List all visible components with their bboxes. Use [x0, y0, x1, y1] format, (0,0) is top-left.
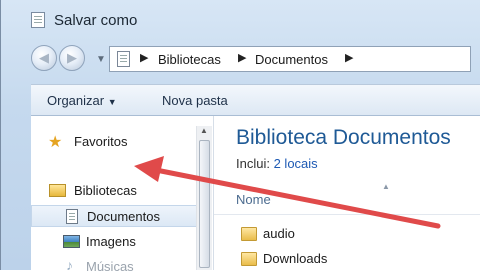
title-bar: Salvar como [1, 0, 480, 38]
address-bar[interactable]: ▶ Bibliotecas ▶ Documentos ▶ [109, 46, 471, 72]
sidebar-item-label: Músicas [86, 259, 134, 274]
sidebar-item-libraries[interactable]: Bibliotecas [31, 180, 201, 202]
library-title: Biblioteca Documentos [236, 126, 451, 149]
pictures-icon [63, 235, 80, 248]
document-icon [66, 209, 78, 224]
back-arrow-icon: ◀ [39, 50, 49, 65]
includes-label: Inclui: [236, 156, 270, 171]
sidebar-item-label: Documentos [87, 209, 160, 224]
forward-arrow-icon: ▶ [67, 50, 77, 65]
sidebar-item-documentos[interactable]: Documentos [31, 205, 201, 227]
window-frame: Salvar como ◀ ▶ ▼ ▶ Bibliotecas ▶ Docume… [0, 0, 480, 274]
library-icon [49, 184, 66, 197]
column-divider [214, 214, 480, 215]
breadcrumb-chevron-icon[interactable]: ▶ [345, 51, 353, 64]
recent-pages-dropdown-icon[interactable]: ▼ [96, 54, 106, 65]
window-document-icon [31, 12, 45, 28]
sidebar-item-favorites[interactable]: ★ Favoritos [31, 131, 201, 153]
list-item[interactable]: audio [236, 224, 466, 246]
sidebar-item-label: Bibliotecas [74, 183, 137, 198]
breadcrumb-chevron-icon[interactable]: ▶ [238, 51, 246, 64]
library-includes: Inclui: 2 locais [236, 156, 318, 171]
window-title: Salvar como [54, 12, 138, 29]
sidebar-item-label: Favoritos [74, 134, 128, 149]
address-row: ◀ ▶ ▼ ▶ Bibliotecas ▶ Documentos ▶ [1, 40, 480, 80]
navigation-scrollbar[interactable]: ▲ [196, 126, 212, 270]
file-name: audio [263, 226, 295, 241]
organize-button[interactable]: Organizar ▼ [47, 93, 117, 108]
music-icon: ♪ [66, 257, 73, 273]
includes-locations-link[interactable]: 2 locais [274, 156, 318, 171]
star-icon: ★ [48, 134, 63, 151]
sort-indicator-icon: ▲ [382, 182, 390, 191]
file-name: Downloads [263, 251, 328, 266]
forward-button[interactable]: ▶ [59, 45, 85, 71]
scrollbar-thumb[interactable] [199, 140, 210, 268]
organize-label: Organizar [47, 93, 105, 108]
back-button[interactable]: ◀ [31, 45, 57, 71]
sidebar-item-label: Imagens [86, 234, 136, 249]
sidebar-item-musicas[interactable]: ♪ Músicas [31, 256, 201, 278]
list-item[interactable]: Downloads [236, 249, 466, 271]
organize-dropdown-icon: ▼ [107, 97, 117, 107]
navigation-pane: ★ Favoritos Bibliotecas Documentos Image… [31, 116, 214, 274]
breadcrumb-documentos[interactable]: Documentos [255, 52, 328, 67]
column-header-name[interactable]: Nome [236, 192, 271, 207]
address-document-icon [117, 51, 130, 67]
breadcrumb-chevron-icon[interactable]: ▶ [140, 51, 148, 64]
scroll-up-icon[interactable]: ▲ [200, 126, 208, 135]
command-toolbar: Organizar ▼ Nova pasta [31, 84, 480, 116]
folder-icon [241, 252, 257, 266]
new-folder-button[interactable]: Nova pasta [162, 93, 228, 108]
sidebar-item-imagens[interactable]: Imagens [31, 231, 201, 253]
content-pane: Biblioteca Documentos Inclui: 2 locais ▲… [214, 116, 480, 270]
folder-icon [241, 227, 257, 241]
breadcrumb-bibliotecas[interactable]: Bibliotecas [158, 52, 221, 67]
